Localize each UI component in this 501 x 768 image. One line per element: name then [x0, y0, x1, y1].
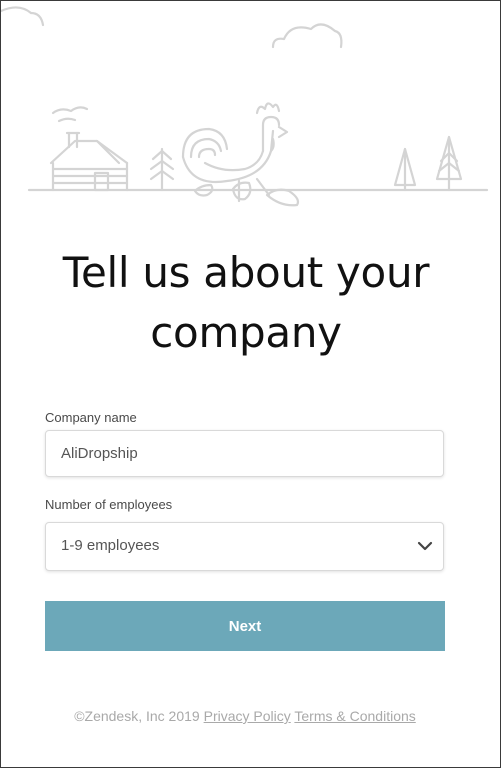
employees-select[interactable]: 1-9 employees: [45, 522, 444, 571]
footer: ©Zendesk, Inc 2019 Privacy Policy Terms …: [1, 708, 489, 724]
next-button[interactable]: Next: [45, 601, 445, 651]
employees-selected-value: 1-9 employees: [61, 537, 160, 554]
employees-label: Number of employees: [45, 497, 173, 512]
page-title-line-1: Tell us about your: [62, 248, 430, 297]
page-title: Tell us about your company: [1, 243, 491, 363]
company-name-field-wrapper: [45, 430, 444, 477]
farm-rooster-illustration: [1, 6, 489, 207]
page-title-line-2: company: [150, 308, 342, 357]
privacy-policy-link[interactable]: Privacy Policy: [204, 708, 291, 724]
page-frame: Tell us about your company Company name …: [0, 0, 501, 768]
terms-conditions-link[interactable]: Terms & Conditions: [294, 708, 415, 724]
chevron-down-icon: [417, 541, 433, 551]
company-name-label: Company name: [45, 410, 137, 425]
company-name-input[interactable]: [46, 431, 443, 476]
copyright-text: ©Zendesk, Inc 2019: [74, 708, 200, 724]
